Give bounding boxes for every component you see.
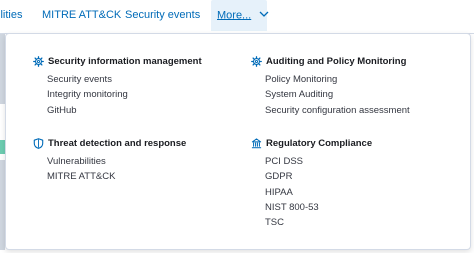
menu-group-security-information-management: Security information management Security… [33,54,202,118]
menu-item-gdpr[interactable]: GDPR [265,169,372,184]
chevron-down-icon [259,0,269,30]
menu-item-security-events[interactable]: Security events [47,72,202,87]
gear-icon [33,55,44,67]
menu-item-mitre-attack[interactable]: MITRE ATT&CK [47,169,186,184]
more-menu-label: More... [217,9,252,22]
top-navigation: ilities MITRE ATT&CK Security events Mor… [0,0,474,34]
menu-item-hipaa[interactable]: HIPAA [265,185,372,200]
menu-item-integrity-monitoring[interactable]: Integrity monitoring [47,87,202,102]
tab-vulnerabilities[interactable]: ilities [0,0,22,31]
gear-icon [251,55,262,67]
menu-group-title: Threat detection and response [48,137,187,149]
menu-item-system-auditing[interactable]: System Auditing [265,87,410,102]
menu-item-policy-monitoring[interactable]: Policy Monitoring [265,72,410,87]
tab-security-events[interactable]: Security events [125,0,200,31]
more-menu-button[interactable]: More... [211,0,269,31]
building-icon [251,137,262,149]
tab-mitre-attack[interactable]: MITRE ATT&CK [42,0,121,31]
shield-icon [33,137,44,149]
menu-group-regulatory-compliance: Regulatory Compliance PCI DSS GDPR HIPAA… [251,136,372,230]
menu-group-threat-detection-and-response: Threat detection and response Vulnerabil… [33,136,186,185]
menu-item-pci-dss[interactable]: PCI DSS [265,154,372,169]
menu-item-github[interactable]: GitHub [47,103,202,118]
menu-item-vulnerabilities[interactable]: Vulnerabilities [47,154,186,169]
menu-group-auditing-and-policy-monitoring: Auditing and Policy Monitoring Policy Mo… [251,54,410,118]
menu-item-tsc[interactable]: TSC [265,215,372,230]
more-dropdown-panel: Security information management Security… [5,33,471,250]
menu-group-title: Regulatory Compliance [266,137,373,149]
menu-item-security-configuration-assessment[interactable]: Security configuration assessment [265,103,410,118]
menu-item-nist-800-53[interactable]: NIST 800-53 [265,200,372,215]
menu-group-title: Auditing and Policy Monitoring [266,55,407,67]
menu-group-title: Security information management [48,55,202,67]
